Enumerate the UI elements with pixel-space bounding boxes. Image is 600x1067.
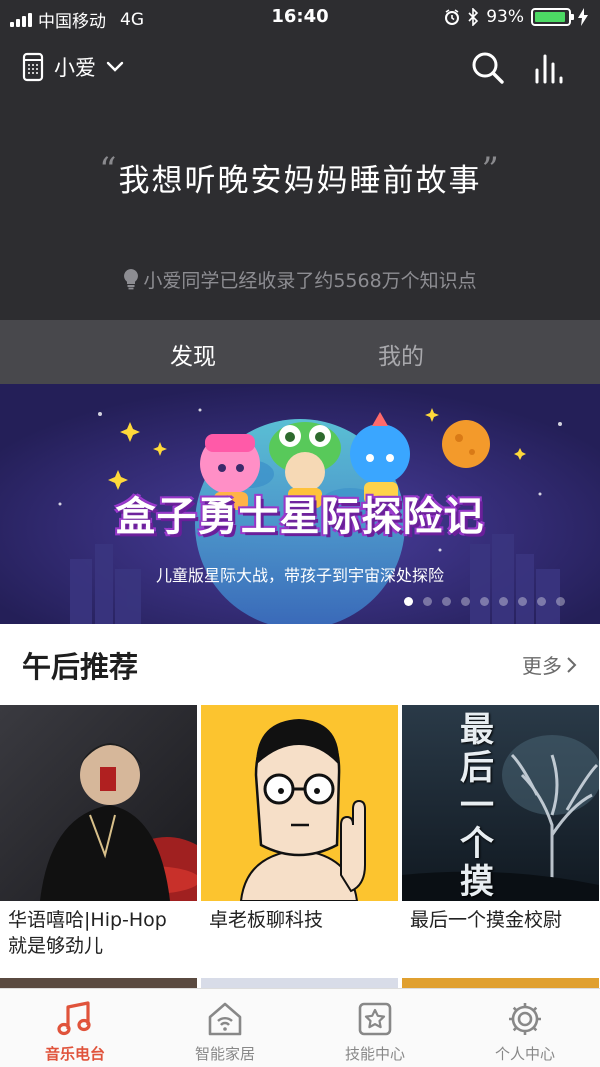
- quote-open: “: [99, 150, 119, 190]
- lightbulb-icon: [124, 269, 139, 290]
- banner-subtitle: 儿童版星际大战，带孩子到宇宙深处探险: [155, 566, 444, 585]
- alarm-icon: [445, 9, 460, 25]
- skill-star-icon: [358, 1002, 392, 1036]
- pager-dot[interactable]: [537, 597, 546, 606]
- pager-dot[interactable]: [404, 597, 413, 606]
- nav-bar: 小爱: [0, 40, 600, 96]
- more-link[interactable]: 更多: [522, 650, 578, 679]
- card-title: 最后一个摸金校尉: [410, 909, 563, 931]
- smart-home-icon: [208, 1002, 242, 1036]
- promo-banner[interactable]: 盒子勇士星际探险记 儿童版星际大战，带孩子到宇宙深处探险: [0, 384, 600, 624]
- pager-dot[interactable]: [556, 597, 565, 606]
- equalizer-icon: [535, 54, 563, 84]
- quote-close: ”: [481, 150, 501, 190]
- tab-label: 智能家居: [194, 1045, 255, 1063]
- card-cover-hiphop: [0, 705, 197, 901]
- battery-fill: [535, 12, 565, 22]
- card-cover-novel: 最后一个摸金校尉: [402, 705, 599, 901]
- card-title: 华语嘻哈|Hip-Hop: [8, 909, 167, 931]
- tab-mine[interactable]: 我的: [378, 337, 424, 371]
- tab-skill-center[interactable]: 技能中心: [300, 989, 450, 1067]
- quote-text: 我想听晚安妈妈睡前故事: [118, 163, 482, 199]
- status-bar: 中国移动 4G 16:40 93%: [0, 0, 600, 36]
- pager-dot[interactable]: [442, 597, 451, 606]
- nav-actions: [470, 50, 568, 86]
- top-tabs: 发现 我的: [0, 320, 600, 384]
- tab-label: 个人中心: [494, 1045, 555, 1063]
- speaker-device-icon: [22, 52, 44, 82]
- bottom-tab-bar: 音乐电台 智能家居 技能中心 个人中心: [0, 988, 600, 1067]
- recommend-card[interactable]: 最后一个摸金校尉 最后一个摸金校尉: [402, 705, 599, 959]
- tab-label: 音乐电台: [44, 1045, 105, 1063]
- card-cover-tech: [201, 705, 398, 901]
- pager-dot[interactable]: [499, 597, 508, 606]
- tab-smart-home[interactable]: 智能家居: [150, 989, 300, 1067]
- charging-icon: [578, 8, 588, 26]
- chevron-down-icon: [106, 61, 124, 72]
- section-header: 午后推荐 更多: [0, 624, 600, 704]
- battery-percent: 93%: [486, 7, 524, 27]
- cover-title-art: 最后一个摸金校尉: [460, 710, 494, 901]
- bluetooth-icon: [468, 8, 479, 26]
- card-caption: 卓老板聊科技: [201, 901, 398, 933]
- pager-dot[interactable]: [461, 597, 470, 606]
- music-note-icon: [57, 1001, 91, 1036]
- card-caption: 华语嘻哈|Hip-Hop 就是够劲儿: [0, 901, 197, 959]
- pager-dot[interactable]: [423, 597, 432, 606]
- hint-text: 小爱同学已经收录了约5568万个知识点: [143, 270, 477, 292]
- search-button[interactable]: [470, 50, 506, 86]
- pager-dot[interactable]: [480, 597, 489, 606]
- more-label: 更多: [522, 654, 562, 678]
- top-header: 中国移动 4G 16:40 93% 小爱 “我想听晚安妈妈睡前故事” 小爱同学已…: [0, 0, 600, 384]
- battery-icon: [531, 8, 574, 26]
- device-selector[interactable]: 小爱: [22, 52, 124, 82]
- chevron-right-icon: [567, 656, 577, 673]
- banner-title: 盒子勇士星际探险记: [115, 494, 485, 540]
- card-title-line2: 就是够劲儿: [8, 935, 104, 957]
- status-right: 93%: [444, 7, 588, 27]
- recommendation-grid: 华语嘻哈|Hip-Hop 就是够劲儿 卓老板聊科技 最后一个摸 最后一个摸金校尉: [0, 705, 600, 959]
- search-icon: [472, 52, 504, 84]
- voice-suggestion[interactable]: “我想听晚安妈妈睡前故事”: [0, 150, 600, 200]
- tab-label: 技能中心: [344, 1045, 405, 1063]
- recommend-card[interactable]: 华语嘻哈|Hip-Hop 就是够劲儿: [0, 705, 197, 959]
- knowledge-hint: 小爱同学已经收录了约5568万个知识点: [0, 266, 600, 293]
- card-title: 卓老板聊科技: [209, 909, 324, 931]
- card-caption: 最后一个摸金校尉: [402, 901, 599, 933]
- equalizer-button[interactable]: [532, 50, 568, 86]
- section-title: 午后推荐: [22, 650, 139, 684]
- tab-music-radio[interactable]: 音乐电台: [0, 989, 150, 1067]
- banner-pager: [404, 597, 565, 606]
- settings-gear-icon: [509, 1003, 541, 1035]
- tab-discover[interactable]: 发现: [170, 337, 216, 371]
- pager-dot[interactable]: [518, 597, 527, 606]
- tab-personal-center[interactable]: 个人中心: [450, 989, 600, 1067]
- device-name: 小爱: [54, 56, 96, 80]
- recommend-card[interactable]: 卓老板聊科技: [201, 705, 398, 959]
